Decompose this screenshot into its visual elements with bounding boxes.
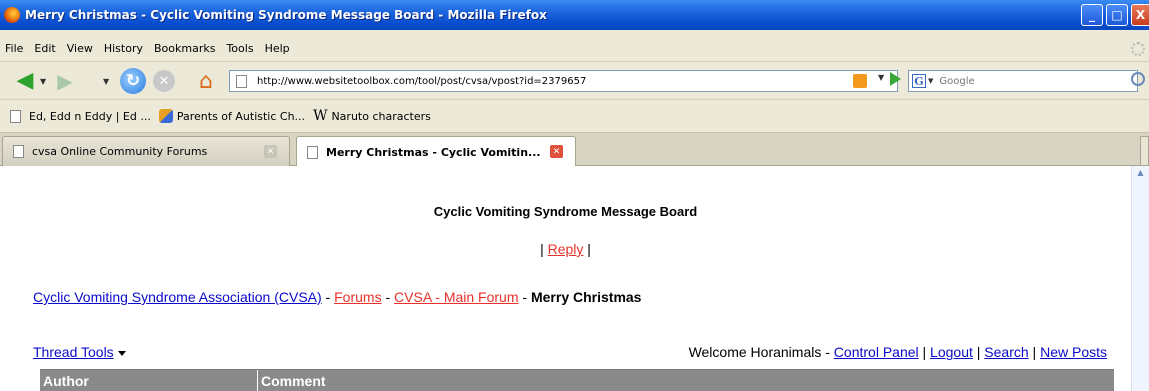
breadcrumb-separator: -: [321, 289, 335, 305]
breadcrumb: Cyclic Vomiting Syndrome Association (CV…: [33, 289, 641, 305]
control-panel-link[interactable]: Control Panel: [834, 344, 919, 360]
bookmark-naruto-characters[interactable]: W Naruto characters: [313, 108, 431, 124]
menu-help[interactable]: Help: [265, 42, 290, 55]
window-title-bar[interactable]: Merry Christmas - Cyclic Vomiting Syndro…: [0, 0, 1149, 30]
back-history-chevron-icon[interactable]: ▼: [40, 77, 46, 86]
reply-link[interactable]: Reply: [548, 241, 584, 257]
close-button[interactable]: X: [1131, 4, 1149, 26]
url-history-chevron-icon[interactable]: ▼: [878, 73, 884, 82]
page-content: Cyclic Vomiting Syndrome Message Board |…: [0, 166, 1131, 391]
menu-file[interactable]: File: [5, 42, 23, 55]
reply-prefix: |: [540, 241, 548, 257]
bookmark-ed-edd-eddy[interactable]: Ed, Edd n Eddy | Ed ...: [10, 109, 151, 123]
breadcrumb-current: Merry Christmas: [530, 289, 642, 305]
column-header-comment: Comment: [261, 373, 326, 389]
tab-merry-christmas[interactable]: Merry Christmas - Cyclic Vomitin... ✕: [296, 136, 576, 167]
bookmark-parents-autistic[interactable]: Parents of Autistic Ch...: [158, 109, 306, 123]
page-icon: [236, 74, 247, 88]
menu-view[interactable]: View: [67, 42, 93, 55]
home-icon[interactable]: ⌂: [193, 68, 219, 94]
minimize-button[interactable]: _: [1081, 4, 1103, 26]
vertical-scrollbar[interactable]: ▲: [1131, 166, 1149, 391]
menu-tools[interactable]: Tools: [226, 42, 253, 55]
address-bar[interactable]: [229, 70, 898, 92]
people-icon: [158, 109, 173, 123]
nav-separator: |: [1028, 344, 1041, 360]
bookmarks-toolbar: Ed, Edd n Eddy | Ed ... Parents of Autis…: [0, 100, 1149, 133]
forward-arrow-icon[interactable]: ▶: [54, 71, 76, 91]
tab-strip: cvsa Online Community Forums ✕ Merry Chr…: [0, 133, 1149, 167]
tab-scroll-button[interactable]: [1140, 136, 1149, 166]
tab-label: Merry Christmas - Cyclic Vomitin...: [326, 145, 541, 159]
caret-down-icon[interactable]: [117, 350, 126, 356]
bookmark-label: Ed, Edd n Eddy | Ed ...: [29, 109, 151, 123]
tab-close-icon[interactable]: ✕: [550, 145, 563, 158]
thread-tools-menu[interactable]: Thread Tools: [33, 344, 126, 360]
search-input[interactable]: [939, 75, 1120, 87]
stop-icon[interactable]: ✕: [153, 70, 175, 92]
reply-suffix: |: [583, 241, 591, 257]
rss-feed-icon[interactable]: [853, 74, 867, 88]
welcome-text: Welcome Horanimals -: [688, 344, 834, 360]
maximize-button[interactable]: □: [1106, 4, 1128, 26]
thread-tools-link[interactable]: Thread Tools: [33, 344, 114, 360]
menu-history[interactable]: History: [104, 42, 143, 55]
throbber-icon: [1131, 42, 1145, 56]
user-nav: Welcome Horanimals - Control Panel | Log…: [689, 344, 1107, 360]
window-controls: _ □ X: [1078, 4, 1149, 26]
nav-separator: |: [972, 344, 985, 360]
wikipedia-icon: W: [313, 108, 328, 124]
bookmark-label: Naruto characters: [331, 109, 431, 123]
logout-link[interactable]: Logout: [930, 344, 973, 360]
breadcrumb-cvsa-link[interactable]: Cyclic Vomiting Syndrome Association (CV…: [33, 289, 322, 305]
breadcrumb-separator: -: [518, 289, 531, 305]
board-title: Cyclic Vomiting Syndrome Message Board: [433, 204, 698, 219]
menu-edit[interactable]: Edit: [34, 42, 55, 55]
tab-label: cvsa Online Community Forums: [32, 145, 208, 158]
new-posts-link[interactable]: New Posts: [1040, 344, 1107, 360]
engine-chevron-icon[interactable]: ▼: [928, 77, 933, 85]
breadcrumb-forums-link[interactable]: Forums: [334, 289, 381, 305]
search-link[interactable]: Search: [984, 344, 1028, 360]
back-arrow-icon[interactable]: ◀: [13, 70, 37, 92]
breadcrumb-separator: -: [381, 289, 395, 305]
tab-cvsa-forums[interactable]: cvsa Online Community Forums ✕: [2, 136, 290, 166]
tab-close-icon[interactable]: ✕: [264, 145, 277, 158]
forward-history-chevron-icon[interactable]: ▼: [103, 77, 109, 86]
page-icon: [10, 109, 21, 123]
window-title: Merry Christmas - Cyclic Vomiting Syndro…: [25, 8, 547, 22]
page-icon: [13, 145, 24, 158]
posts-table-header: Author Comment: [40, 369, 1114, 391]
reload-icon[interactable]: ↻: [120, 68, 146, 94]
page-icon: [307, 145, 318, 159]
menu-bar: File Edit View History Bookmarks Tools H…: [0, 30, 1149, 62]
bookmark-label: Parents of Autistic Ch...: [176, 109, 306, 123]
reply-row: | Reply |: [0, 241, 1131, 257]
google-engine-icon[interactable]: G: [912, 74, 926, 88]
url-input[interactable]: [257, 75, 817, 87]
search-bar[interactable]: G ▼: [908, 70, 1138, 92]
search-magnifier-icon[interactable]: [1131, 72, 1145, 86]
firefox-icon: [4, 7, 20, 23]
nav-separator: |: [918, 344, 931, 360]
breadcrumb-main-forum-link[interactable]: CVSA - Main Forum: [394, 289, 518, 305]
column-header-author: Author: [40, 370, 258, 391]
scroll-up-icon[interactable]: ▲: [1134, 168, 1147, 182]
navigation-toolbar: ◀ ▼ ▶ ▼ ↻ ✕ ⌂ ▼ G ▼: [0, 62, 1149, 100]
menu-bookmarks[interactable]: Bookmarks: [154, 42, 215, 55]
go-arrow-icon[interactable]: [890, 72, 901, 86]
